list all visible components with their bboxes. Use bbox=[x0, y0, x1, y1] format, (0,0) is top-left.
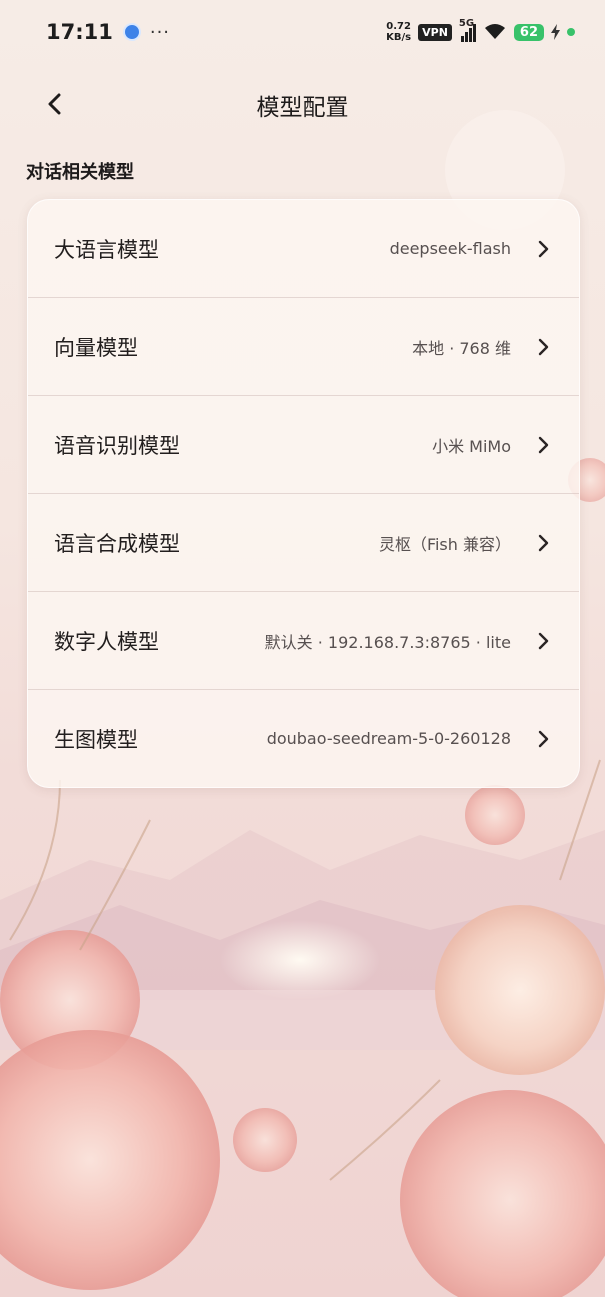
status-bar-right: 0.72 KB/s VPN 5G 62 bbox=[386, 18, 575, 43]
model-row-digital-human[interactable]: 数字人模型 默认关 · 192.168.7.3:8765 · lite bbox=[28, 592, 579, 690]
model-row-image-generation[interactable]: 生图模型 doubao-seedream-5-0-260128 bbox=[28, 690, 579, 787]
row-label: 向量模型 bbox=[54, 335, 138, 360]
model-row-speech-recognition[interactable]: 语音识别模型 小米 MiMo bbox=[28, 396, 579, 494]
row-value: 默认关 · 192.168.7.3:8765 · lite bbox=[264, 632, 511, 652]
network-type: 5G bbox=[458, 18, 475, 29]
row-value: 本地 · 768 维 bbox=[412, 338, 511, 358]
status-bar-left: 17:11 ··· bbox=[46, 20, 170, 44]
chevron-right-icon bbox=[538, 534, 549, 551]
row-label: 生图模型 bbox=[54, 727, 138, 752]
clock: 17:11 bbox=[46, 20, 113, 44]
wifi-icon bbox=[484, 24, 505, 39]
model-row-embedding[interactable]: 向量模型 本地 · 768 维 bbox=[28, 298, 579, 396]
row-label: 大语言模型 bbox=[54, 237, 159, 262]
more-notifications-icon: ··· bbox=[149, 21, 171, 43]
row-label: 语言合成模型 bbox=[54, 531, 180, 556]
row-value: doubao-seedream-5-0-260128 bbox=[266, 729, 511, 748]
chevron-right-icon bbox=[538, 632, 549, 649]
app-notification-icon bbox=[122, 23, 141, 41]
chevron-right-icon bbox=[538, 436, 549, 453]
row-value: deepseek-flash bbox=[389, 239, 511, 258]
network-speed: 0.72 KB/s bbox=[386, 21, 411, 43]
speed-unit: KB/s bbox=[386, 32, 412, 43]
row-value: 小米 MiMo bbox=[432, 436, 511, 456]
vpn-icon: VPN bbox=[418, 23, 452, 41]
row-label: 语音识别模型 bbox=[54, 433, 180, 458]
chevron-right-icon bbox=[538, 730, 549, 747]
page-title: 模型配置 bbox=[256, 95, 349, 121]
app-header: 模型配置 bbox=[0, 64, 605, 144]
signal-icon: 5G bbox=[459, 18, 476, 42]
model-row-llm[interactable]: 大语言模型 deepseek-flash bbox=[28, 200, 579, 298]
charging-icon bbox=[551, 24, 560, 40]
status-bar: 17:11 ··· 0.72 KB/s VPN 5G 62 bbox=[0, 0, 605, 64]
status-dot-icon bbox=[567, 28, 575, 36]
model-settings-list: 大语言模型 deepseek-flash 向量模型 本地 · 768 维 语音识… bbox=[27, 199, 580, 788]
row-value: 灵枢（Fish 兼容） bbox=[378, 534, 511, 554]
chevron-right-icon bbox=[538, 240, 549, 257]
model-row-speech-synthesis[interactable]: 语言合成模型 灵枢（Fish 兼容） bbox=[28, 494, 579, 592]
row-label: 数字人模型 bbox=[54, 629, 159, 654]
speed-value: 0.72 bbox=[386, 21, 411, 32]
chevron-right-icon bbox=[538, 338, 549, 355]
battery-indicator: 62 bbox=[513, 23, 544, 41]
section-label: 对话相关模型 bbox=[26, 162, 134, 183]
